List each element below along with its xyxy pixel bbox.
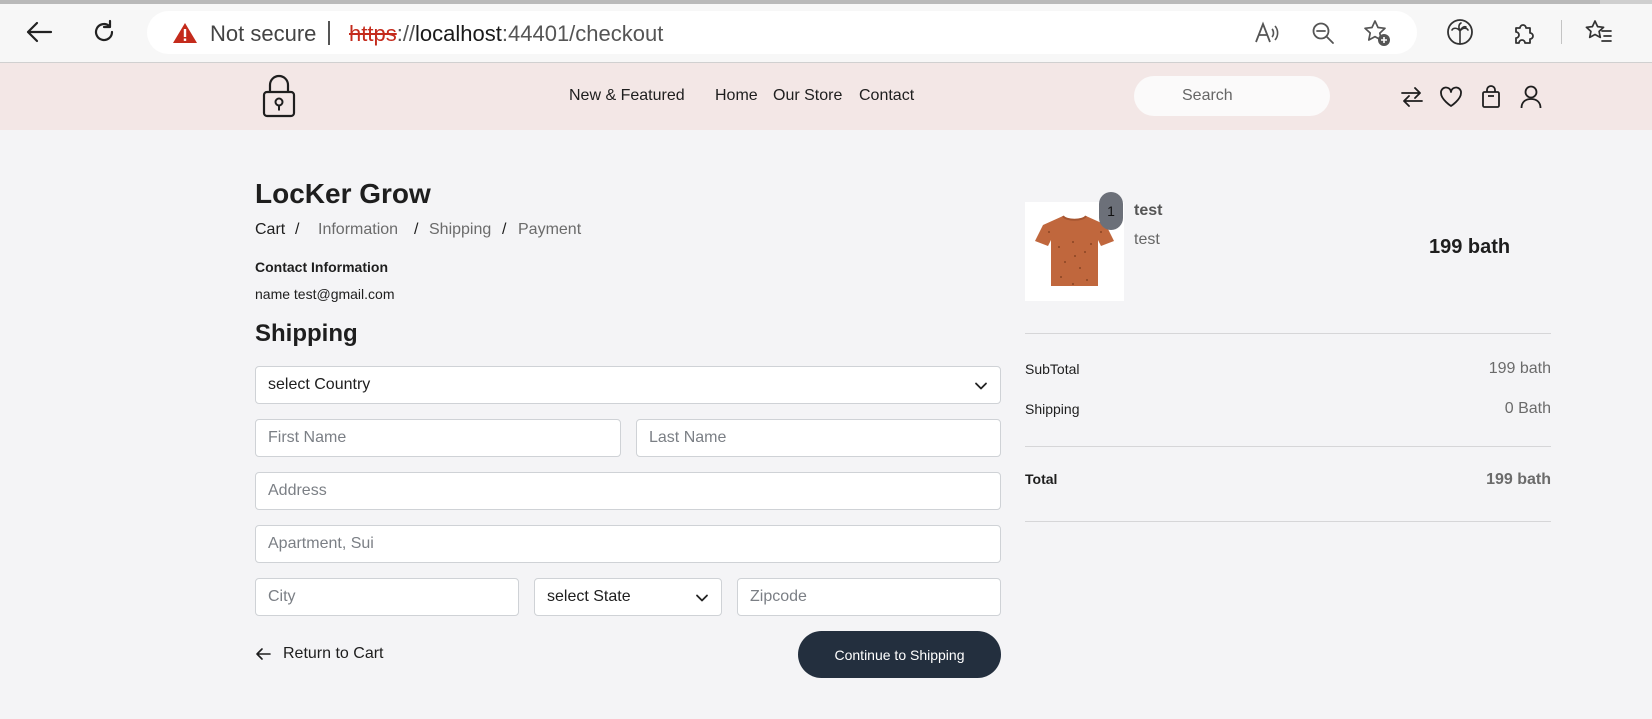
- security-label[interactable]: Not secure: [210, 21, 316, 47]
- contact-heading: Contact Information: [255, 259, 388, 275]
- subtotal-value: 199 bath: [1488, 360, 1551, 377]
- breadcrumb-information[interactable]: Information: [318, 221, 398, 239]
- country-select[interactable]: select Country: [255, 366, 1001, 404]
- toolbar-divider: [1561, 20, 1562, 44]
- chevron-down-icon: [975, 382, 987, 390]
- return-to-cart-link[interactable]: Return to Cart: [255, 645, 383, 663]
- read-aloud-icon[interactable]: [1252, 18, 1282, 48]
- country-select-value: select Country: [268, 376, 371, 393]
- summary-divider: [1025, 521, 1551, 522]
- extensions-icon: [1515, 24, 1534, 44]
- breadcrumb-payment[interactable]: Payment: [518, 221, 581, 239]
- nav-our-store[interactable]: Our Store: [773, 87, 842, 105]
- breadcrumb-separator: /: [295, 221, 300, 238]
- quantity-badge: 1: [1099, 192, 1123, 230]
- product-name: test: [1134, 202, 1163, 219]
- bag-icon[interactable]: [1478, 84, 1504, 110]
- product-variant: test: [1134, 231, 1160, 248]
- nav-contact[interactable]: Contact: [859, 87, 914, 105]
- browser-toolbar: Not secure https://localhost:44401/check…: [0, 0, 1652, 63]
- summary-divider: [1025, 446, 1551, 447]
- breadcrumb-separator: /: [414, 221, 419, 238]
- contact-value: name test@gmail.com: [255, 286, 395, 302]
- breadcrumb-cart[interactable]: Cart: [255, 221, 285, 239]
- total-label: Total: [1025, 471, 1058, 487]
- breadcrumb-shipping[interactable]: Shipping: [429, 221, 491, 239]
- refresh-icon: [94, 19, 114, 42]
- tab-strip-edge: [0, 0, 1652, 4]
- warning-icon: [172, 22, 198, 49]
- refresh-button[interactable]: [86, 14, 122, 50]
- user-icon[interactable]: [1518, 84, 1544, 110]
- state-select[interactable]: select State: [534, 578, 722, 616]
- shipping-heading: Shipping: [255, 320, 358, 347]
- address-bar[interactable]: Not secure https://localhost:44401/check…: [147, 11, 1417, 54]
- last-name-input[interactable]: [636, 419, 1001, 457]
- arrow-left-icon: [256, 648, 271, 660]
- favorites-icon: [1585, 20, 1612, 42]
- url-protocol: https: [349, 21, 397, 46]
- back-button[interactable]: [21, 14, 57, 50]
- extensions-button[interactable]: [1507, 14, 1543, 50]
- summary-divider: [1025, 333, 1551, 334]
- nav-home[interactable]: Home: [715, 87, 758, 105]
- breadcrumb-separator: /: [502, 221, 507, 238]
- url-path: :44401/checkout: [501, 21, 664, 46]
- palm-extension-button[interactable]: [1442, 14, 1478, 50]
- return-to-cart-label: Return to Cart: [283, 645, 384, 662]
- compare-icon[interactable]: [1399, 84, 1425, 110]
- heart-icon[interactable]: [1438, 84, 1464, 110]
- url-separator: ://: [396, 21, 416, 46]
- nav-new-featured[interactable]: New & Featured: [569, 87, 685, 105]
- back-icon: [26, 21, 53, 43]
- city-input[interactable]: [255, 578, 519, 616]
- shipping-value: 0 Bath: [1504, 400, 1551, 417]
- subtotal-label: SubTotal: [1025, 361, 1080, 377]
- chevron-down-icon: [696, 594, 708, 602]
- search-input[interactable]: [1134, 76, 1330, 116]
- first-name-input[interactable]: [255, 419, 621, 457]
- store-title: LocKer Grow: [255, 178, 431, 209]
- product-price: 199 bath: [1429, 236, 1511, 258]
- favorites-button[interactable]: [1581, 14, 1617, 50]
- url-text[interactable]: https://localhost:44401/checkout: [349, 21, 663, 47]
- extension-palm-icon: [1447, 19, 1473, 45]
- apartment-input[interactable]: [255, 525, 1001, 563]
- zipcode-input[interactable]: [737, 578, 1001, 616]
- lock-logo-icon[interactable]: [262, 74, 296, 123]
- shipping-label: Shipping: [1025, 401, 1080, 417]
- zoom-out-icon[interactable]: [1308, 18, 1338, 48]
- url-host: localhost: [415, 21, 502, 46]
- add-favorite-icon[interactable]: [1362, 18, 1392, 48]
- continue-to-shipping-button[interactable]: Continue to Shipping: [798, 631, 1001, 678]
- total-value: 199 bath: [1486, 471, 1551, 488]
- state-select-value: select State: [547, 588, 631, 605]
- address-divider: [328, 21, 330, 45]
- site-header: New & Featured Home Our Store Contact: [0, 63, 1652, 130]
- address-input[interactable]: [255, 472, 1001, 510]
